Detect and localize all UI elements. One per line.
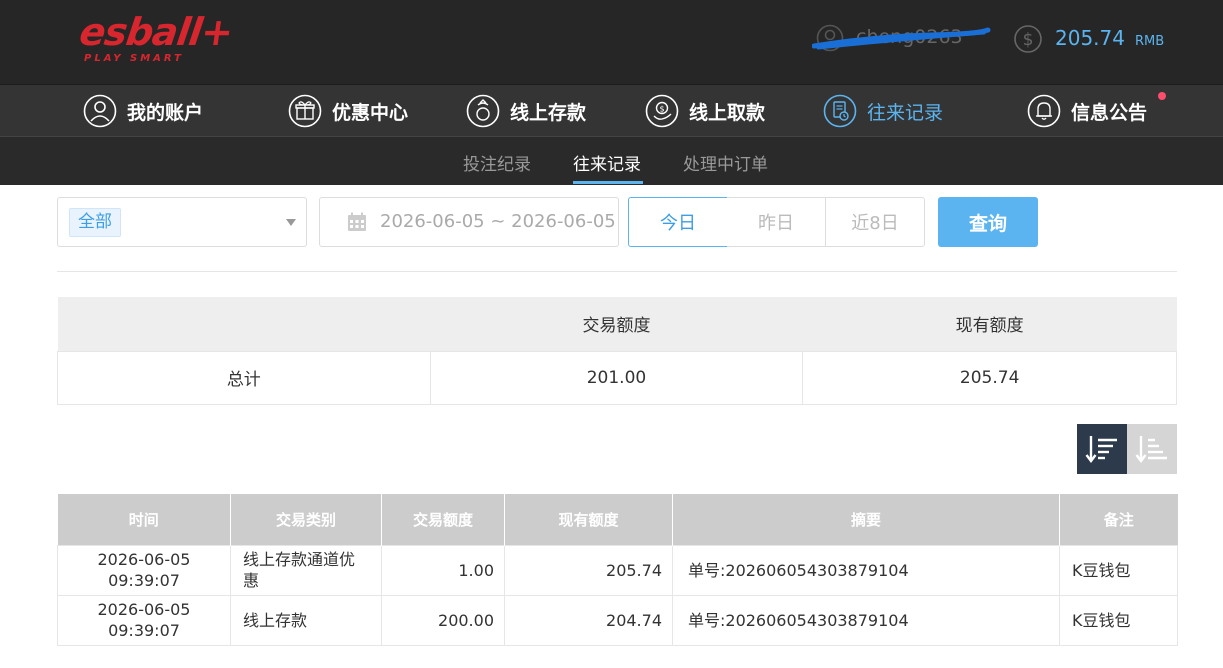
nav-my-account[interactable]: 我的账户 [83,93,203,129]
nav-label: 线上存款 [510,101,587,124]
cell-amount: 1.00 [381,544,505,596]
summary-table: 交易额度 现有额度 总计 201.00 205.74 [57,297,1177,405]
records-icon [823,94,857,128]
nav-transaction-records[interactable]: 往来记录 [823,93,943,129]
cell-type: 线上存款通道优惠 [230,544,382,596]
subnav-pending-orders[interactable]: 处理中订单 [683,150,768,175]
logo-main-text: esball+ [76,10,236,54]
nav-label: 我的账户 [127,101,204,124]
calendar-icon [348,212,366,231]
subnav-transaction-records[interactable]: 往来记录 [573,150,641,175]
summary-header-empty [57,297,431,351]
cell-time: 2026-06-05 09:39:07 [57,544,231,596]
nav-label: 线上取款 [689,101,766,124]
logo-tagline: PLAY SMART [84,53,184,64]
today-button[interactable]: 今日 [628,197,728,247]
nav-promotions[interactable]: 优惠中心 [288,93,408,129]
table-row: 2026-06-05 09:39:07 线上存款通道优惠 1.00 205.74… [57,544,1178,596]
transaction-type-select[interactable]: 全部 [57,197,307,247]
cell-summary: 单号:202606054303879104 [672,594,1060,646]
subnav-bet-records[interactable]: 投注纪录 [463,150,531,175]
balance-amount: 205.74 [1055,26,1125,50]
summary-total-label: 总计 [57,350,431,405]
date-range-text: 2026-06-05 ~ 2026-06-05 [380,211,616,232]
col-header-type: 交易类别 [230,494,382,545]
query-button[interactable]: 查询 [938,197,1038,247]
date-range-picker[interactable]: 2026-06-05 ~ 2026-06-05 [319,197,619,247]
col-header-balance: 现有额度 [504,494,673,545]
cell-balance: 204.74 [504,594,673,646]
svg-text:$: $ [1023,30,1034,50]
sub-nav: 投注纪录 往来记录 处理中订单 [0,136,1223,185]
user-icon [83,94,117,128]
cell-type: 线上存款 [230,594,382,646]
last-8-days-button[interactable]: 近8日 [825,197,925,247]
caret-down-icon [286,219,296,226]
summary-total-amount: 201.00 [429,350,804,405]
summary-header-amount: 交易额度 [430,297,803,351]
cell-summary: 单号:202606054303879104 [672,544,1060,596]
nav-label: 优惠中心 [332,101,409,124]
gift-icon [288,94,322,128]
col-header-remark: 备注 [1059,494,1178,545]
cell-balance: 205.74 [504,544,673,596]
active-tab-underline [573,181,643,184]
deposit-icon [466,94,500,128]
filter-divider [57,271,1177,272]
top-bar: esball+ PLAY SMART cheng0263 $ 205.74 RM… [0,0,1223,84]
selected-type-tag[interactable]: 全部 [69,208,121,237]
redaction-scribble [812,27,991,50]
summary-header-balance: 现有额度 [802,297,1177,351]
summary-current-balance: 205.74 [802,350,1177,405]
cell-time: 2026-06-05 09:39:07 [57,594,231,646]
cell-remark: K豆钱包 [1059,544,1178,596]
nav-label: 往来记录 [867,101,944,124]
col-header-summary: 摘要 [672,494,1060,545]
nav-label: 信息公告 [1071,101,1148,124]
notification-dot [1158,92,1166,100]
yesterday-button[interactable]: 昨日 [727,197,826,247]
col-header-amount: 交易额度 [381,494,505,545]
table-row: 2026-06-05 09:39:07 线上存款 200.00 204.74 单… [57,594,1178,646]
dollar-coin-icon: $ [1014,25,1042,53]
sort-descending-button[interactable] [1077,424,1127,474]
nav-online-withdraw[interactable]: $ 线上取款 [645,93,765,129]
transaction-records-table: 时间 交易类别 交易额度 现有额度 摘要 备注 2026-06-05 09:39… [57,494,1178,646]
main-nav: 我的账户 优惠中心 线上存款 $ 线上取款 往来记录 信息公告 [0,84,1223,136]
sort-ascending-button[interactable] [1127,424,1177,474]
cell-remark: K豆钱包 [1059,594,1178,646]
withdraw-icon: $ [645,94,679,128]
summary-row: 总计 201.00 205.74 [57,350,1177,405]
nav-announcements[interactable]: 信息公告 [1027,93,1147,129]
svg-text:$: $ [659,105,664,114]
col-header-time: 时间 [57,494,231,545]
cell-amount: 200.00 [381,594,505,646]
nav-online-deposit[interactable]: 线上存款 [466,93,586,129]
bell-icon [1027,94,1061,128]
sort-ascending-icon [1135,436,1167,463]
balance-currency: RMB [1135,34,1165,49]
sort-descending-icon [1085,436,1117,463]
esball-logo[interactable]: esball+ PLAY SMART [77,10,235,70]
